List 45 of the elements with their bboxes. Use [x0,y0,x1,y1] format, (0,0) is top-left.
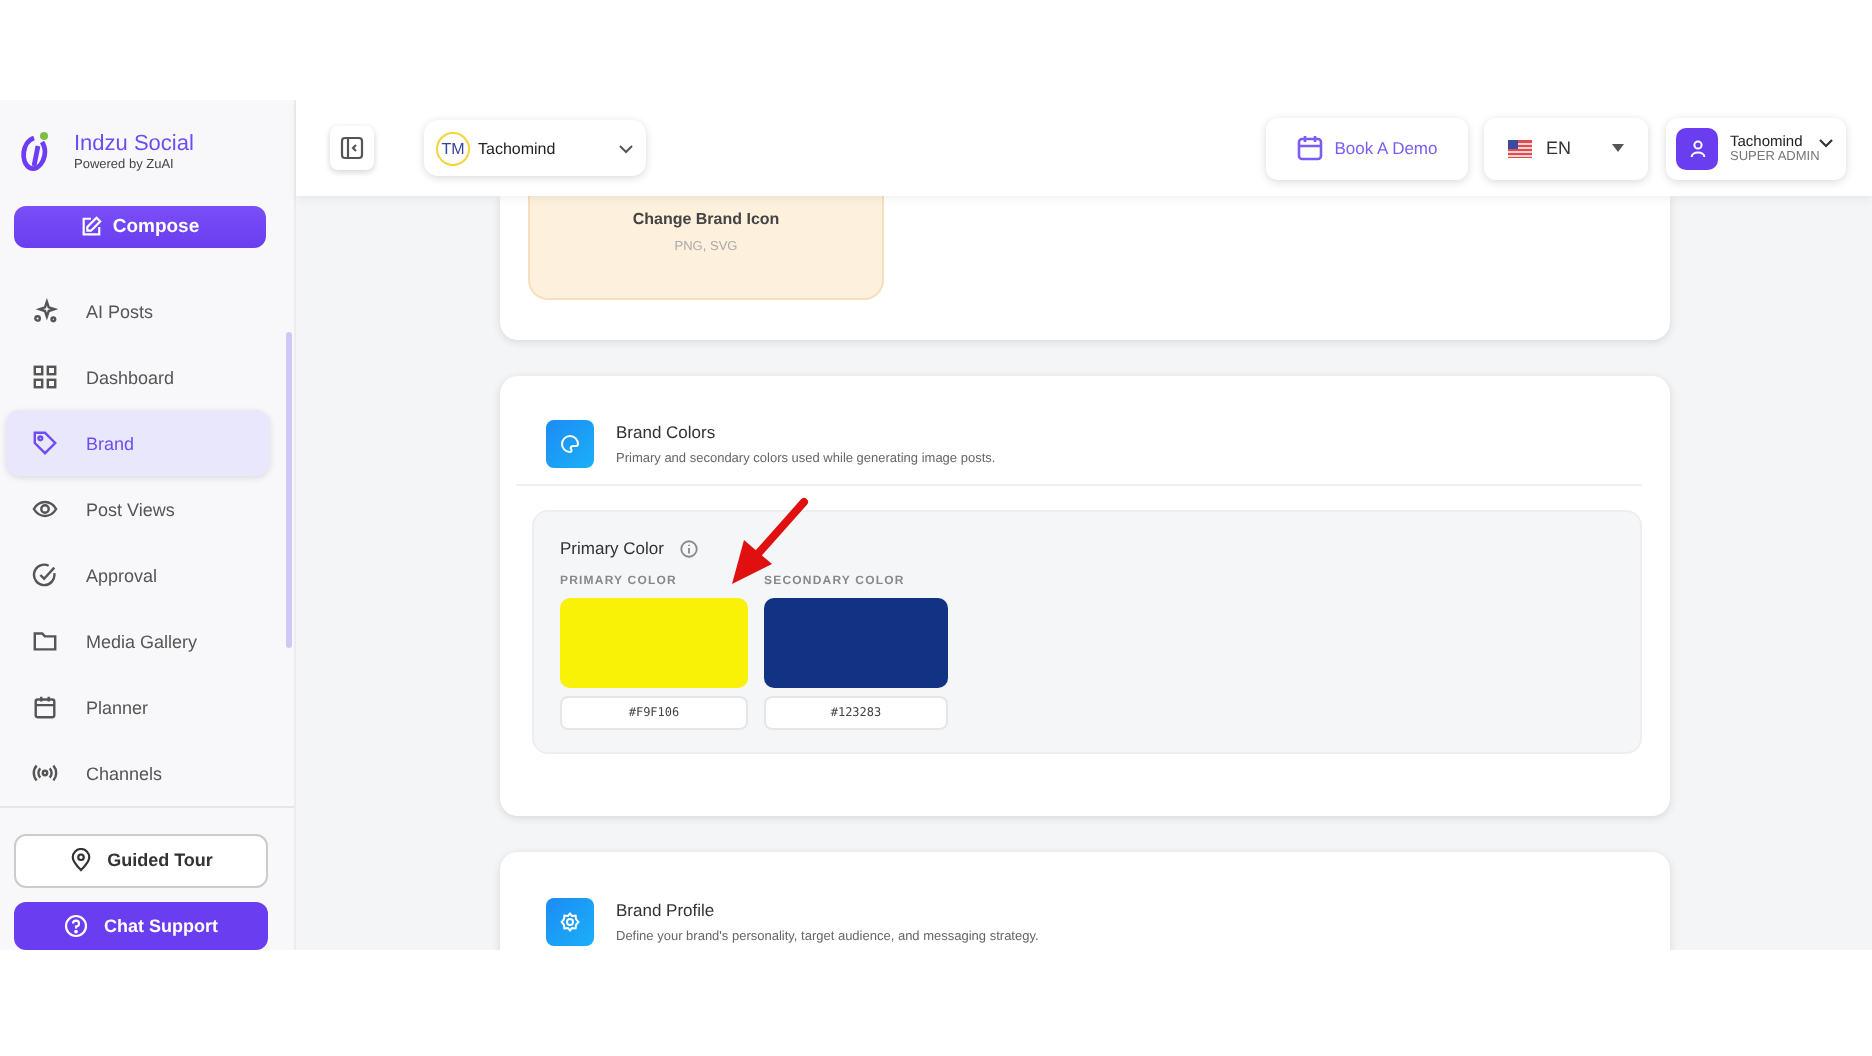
broadcast-icon [32,760,58,786]
edit-icon [80,215,103,238]
nav-item[interactable]: AI Posts [6,278,270,344]
nav-item[interactable]: Dashboard [6,344,270,410]
folder-icon [32,628,58,654]
nav-item[interactable]: Post Views [6,476,270,542]
brand-name: Tachomind [478,139,558,157]
language-code: EN [1546,138,1574,158]
brand-selector[interactable]: TM Tachomind [424,120,646,176]
calendar-icon [32,694,58,720]
guided-tour-button[interactable]: Guided Tour [14,834,268,888]
upload-title: Change Brand Icon [632,210,780,228]
eye-icon [32,496,58,522]
compose-button[interactable]: Compose [14,205,266,248]
chat-support-button[interactable]: Chat Support [14,901,268,950]
nav-item[interactable]: Planner [6,674,270,740]
section-title: Brand Colors [616,422,718,442]
info-icon [679,539,698,557]
section-title: Brand Profile [616,900,717,920]
app-name: Indzu Social [74,131,194,158]
panel-collapse-icon [340,136,364,160]
location-pin-icon [69,848,92,873]
nav-item[interactable]: Approval [6,542,270,608]
chevron-down-icon [618,143,634,153]
book-demo-button[interactable]: Book A Demo [1266,117,1468,179]
caret-down-icon [1612,144,1624,152]
flag-icon [1508,139,1532,157]
grid-icon [32,364,58,390]
palette-icon [546,420,594,468]
language-selector[interactable]: EN [1484,117,1648,179]
nav-item[interactable]: Brand [6,410,270,476]
tag-icon [32,430,58,456]
check-icon [32,562,58,588]
sidebar-toggle-button[interactable] [330,126,374,170]
calendar-icon [1296,134,1325,162]
chevron-down-icon [1818,137,1834,147]
brand-avatar: TM [436,131,470,165]
color-swatch[interactable] [560,598,748,688]
nav-item[interactable]: Channels [6,740,270,806]
user-avatar [1676,127,1718,169]
nav-item[interactable]: Media Gallery [6,608,270,674]
color-swatch[interactable] [764,598,948,688]
panel-title: Primary Color [560,538,664,558]
sparkles-icon [32,298,58,324]
help-icon [64,913,88,938]
